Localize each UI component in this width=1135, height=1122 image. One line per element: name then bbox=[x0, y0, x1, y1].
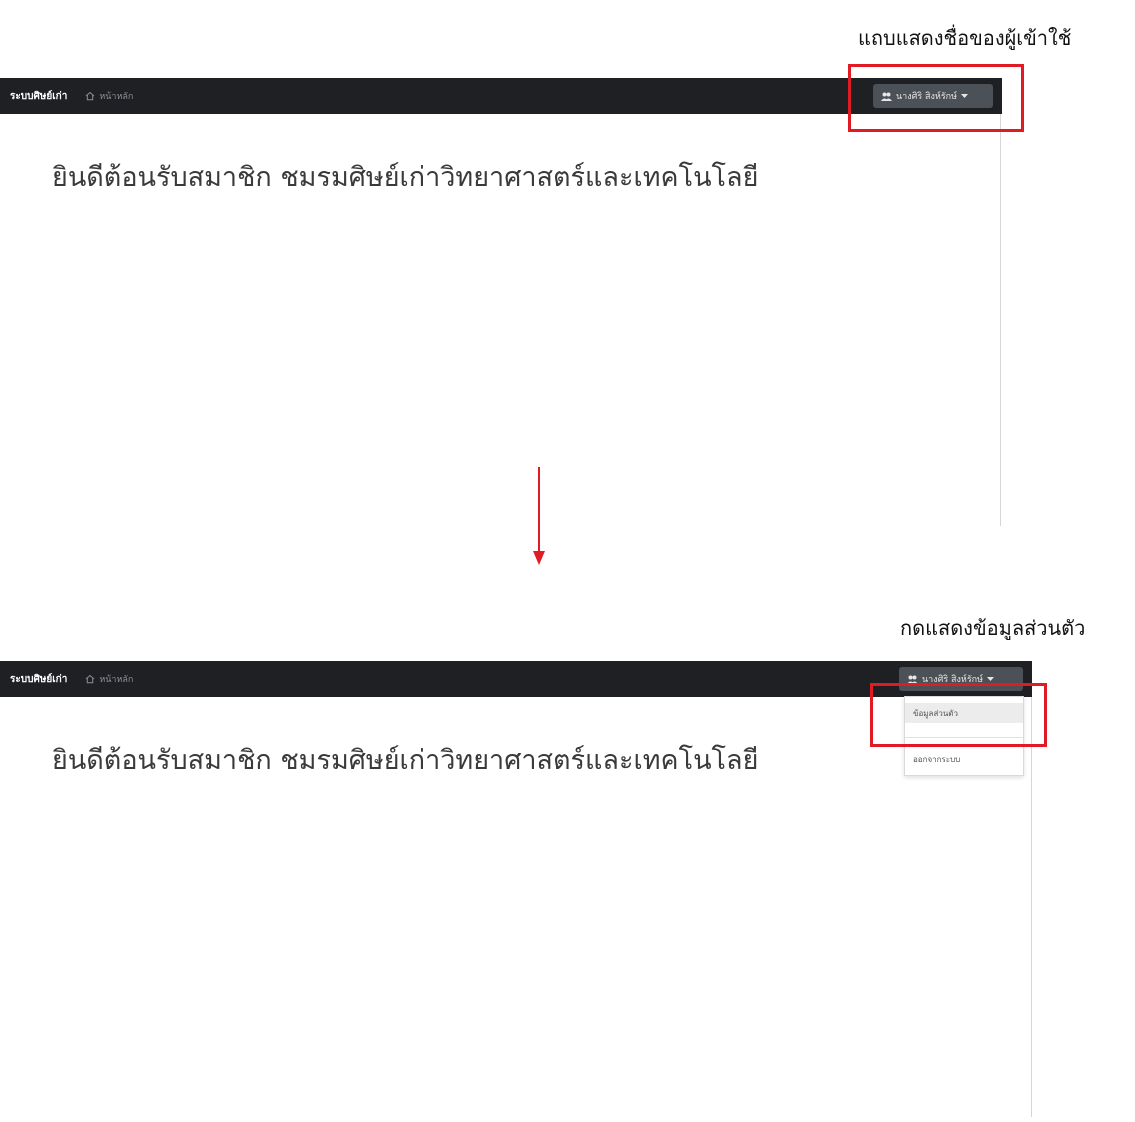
home-link[interactable]: หน้าหลัก bbox=[85, 89, 133, 103]
caption-bottom: กดแสดงข้อมูลส่วนตัว bbox=[900, 616, 1086, 640]
content-border bbox=[1000, 114, 1001, 526]
home-link[interactable]: หน้าหลัก bbox=[85, 672, 133, 686]
dropdown-item-logout[interactable]: ออกจากระบบ bbox=[905, 749, 1023, 769]
welcome-heading: ยินดีต้อนรับสมาชิก ชมรมศิษย์เก่าวิทยาศาส… bbox=[52, 745, 759, 776]
dropdown-item-label: ออกจากระบบ bbox=[913, 754, 961, 764]
down-arrow-icon bbox=[531, 467, 547, 571]
content-border bbox=[1031, 697, 1032, 1117]
home-icon bbox=[85, 91, 95, 101]
highlight-box-profile-item bbox=[870, 683, 1047, 747]
caption-top: แถบแสดงชื่อของผู้เข้าใช้ bbox=[858, 26, 1072, 50]
home-label: หน้าหลัก bbox=[99, 675, 134, 685]
home-icon bbox=[85, 674, 95, 684]
brand-link[interactable]: ระบบศิษย์เก่า bbox=[10, 672, 67, 687]
highlight-box-user-bar bbox=[848, 64, 1024, 132]
caret-down-icon bbox=[987, 676, 995, 682]
welcome-heading: ยินดีต้อนรับสมาชิก ชมรมศิษย์เก่าวิทยาศาส… bbox=[52, 162, 759, 193]
brand-link[interactable]: ระบบศิษย์เก่า bbox=[10, 89, 67, 104]
home-label: หน้าหลัก bbox=[99, 92, 134, 102]
